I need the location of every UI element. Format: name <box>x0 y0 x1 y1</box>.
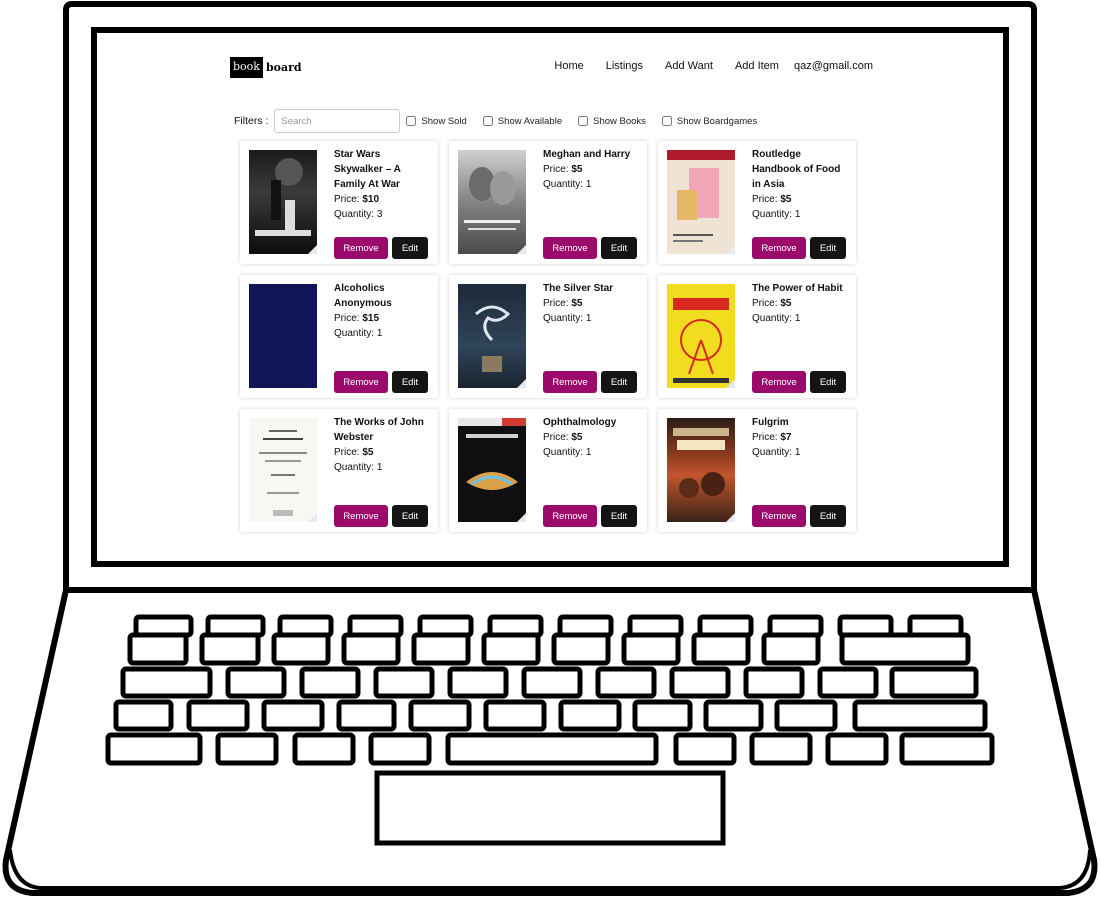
listing-title: Ophthalmology <box>543 417 617 428</box>
remove-button[interactable]: Remove <box>543 505 597 527</box>
listing-price: Price: $5 <box>752 194 792 205</box>
listing-quantity: Quantity: 1 <box>543 179 592 190</box>
listing-info: Routledge Handbook of Food in Asia Price… <box>752 147 850 222</box>
listing-card: The Power of Habit Price: $5 Quantity: 1… <box>658 275 856 398</box>
filter-show-available[interactable]: Show Available <box>482 115 563 127</box>
filter-show-sold[interactable]: Show Sold <box>406 115 467 127</box>
listing-title: Star Wars Skywalker – A Family At War <box>334 149 401 190</box>
listing-quantity: Quantity: 1 <box>334 328 383 339</box>
show-sold-checkbox[interactable] <box>406 116 417 126</box>
show-available-checkbox[interactable] <box>482 116 493 126</box>
listing-card: Meghan and Harry Price: $5 Quantity: 1 R… <box>449 141 647 264</box>
nav-link-home[interactable]: Home <box>554 60 583 72</box>
filters-bar: Filters : Show Sold Show Available Show … <box>234 109 767 133</box>
edit-button[interactable]: Edit <box>392 237 428 259</box>
listing-title: Routledge Handbook of Food in Asia <box>752 149 841 190</box>
logo[interactable]: book board <box>230 57 302 78</box>
listing-title: Fulgrim <box>752 417 789 428</box>
edit-button[interactable]: Edit <box>601 237 637 259</box>
listing-quantity: Quantity: 1 <box>752 209 801 220</box>
book-cover-image <box>249 150 317 254</box>
listing-info: Ophthalmology Price: $5 Quantity: 1 <box>543 415 641 460</box>
listing-price: Price: $5 <box>543 298 583 309</box>
edit-button[interactable]: Edit <box>601 505 637 527</box>
filters-label: Filters : <box>234 115 269 127</box>
nav-link-listings[interactable]: Listings <box>606 60 643 72</box>
user-email-link[interactable]: qaz@gmail.com <box>794 60 873 72</box>
listing-quantity: Quantity: 1 <box>334 462 383 473</box>
book-cover-image <box>249 284 317 388</box>
listing-title: Meghan and Harry <box>543 149 631 160</box>
book-cover-image <box>458 418 526 522</box>
book-cover-image <box>667 150 735 254</box>
logo-text: board <box>265 61 302 74</box>
listing-info: Meghan and Harry Price: $5 Quantity: 1 <box>543 147 641 192</box>
book-cover-image <box>458 150 526 254</box>
listing-price: Price: $5 <box>543 432 583 443</box>
listing-price: Price: $5 <box>752 298 792 309</box>
nav-link-add-item[interactable]: Add Item <box>735 60 779 72</box>
listing-card: Fulgrim Price: $7 Quantity: 1 Remove Edi… <box>658 409 856 532</box>
filter-show-boardgames[interactable]: Show Boardgames <box>661 115 758 127</box>
listing-grid: Star Wars Skywalker – A Family At War Pr… <box>240 141 856 532</box>
listing-info: Alcoholics Anonymous Price: $15 Quantity… <box>334 281 432 341</box>
listing-quantity: Quantity: 1 <box>543 447 592 458</box>
nav-links: Home Listings Add Want Add Item qaz@gmai… <box>532 60 873 72</box>
listing-info: Star Wars Skywalker – A Family At War Pr… <box>334 147 432 222</box>
remove-button[interactable]: Remove <box>543 371 597 393</box>
listing-title: The Silver Star <box>543 283 614 294</box>
listing-card: Routledge Handbook of Food in Asia Price… <box>658 141 856 264</box>
nav-link-add-want[interactable]: Add Want <box>665 60 713 72</box>
remove-button[interactable]: Remove <box>752 237 806 259</box>
listing-price: Price: $5 <box>334 447 374 458</box>
listing-price: Price: $7 <box>752 432 792 443</box>
edit-button[interactable]: Edit <box>810 237 846 259</box>
book-cover-image <box>249 418 317 522</box>
listing-info: The Power of Habit Price: $5 Quantity: 1 <box>752 281 850 326</box>
navbar: book board Home Listings Add Want Add It… <box>230 57 873 79</box>
listing-info: Fulgrim Price: $7 Quantity: 1 <box>752 415 850 460</box>
listing-card: The Silver Star Price: $5 Quantity: 1 Re… <box>449 275 647 398</box>
listing-price: Price: $15 <box>334 313 380 324</box>
remove-button[interactable]: Remove <box>752 505 806 527</box>
edit-button[interactable]: Edit <box>392 505 428 527</box>
listing-card: Star Wars Skywalker – A Family At War Pr… <box>240 141 438 264</box>
listing-price: Price: $10 <box>334 194 380 205</box>
book-cover-image <box>667 284 735 388</box>
show-available-label: Show Available <box>497 115 563 127</box>
app-screen: book board Home Listings Add Want Add It… <box>98 33 1003 559</box>
show-boardgames-checkbox[interactable] <box>661 116 672 126</box>
listing-info: The Works of John Webster Price: $5 Quan… <box>334 415 432 475</box>
listing-quantity: Quantity: 3 <box>334 209 383 220</box>
filter-show-books[interactable]: Show Books <box>578 116 646 127</box>
edit-button[interactable]: Edit <box>392 371 428 393</box>
listing-quantity: Quantity: 1 <box>752 447 801 458</box>
edit-button[interactable]: Edit <box>810 505 846 527</box>
remove-button[interactable]: Remove <box>334 505 388 527</box>
listing-quantity: Quantity: 1 <box>752 313 801 324</box>
remove-button[interactable]: Remove <box>543 237 597 259</box>
show-books-checkbox[interactable] <box>578 116 589 126</box>
show-boardgames-label: Show Boardgames <box>676 115 758 127</box>
listing-quantity: Quantity: 1 <box>543 313 592 324</box>
edit-button[interactable]: Edit <box>601 371 637 393</box>
book-cover-image <box>458 284 526 388</box>
logo-box: book <box>230 57 263 78</box>
listing-title: The Power of Habit <box>752 283 843 294</box>
edit-button[interactable]: Edit <box>810 371 846 393</box>
search-input[interactable] <box>274 109 401 133</box>
listing-title: Alcoholics Anonymous <box>334 283 392 309</box>
listing-info: The Silver Star Price: $5 Quantity: 1 <box>543 281 641 326</box>
listing-card: Alcoholics Anonymous Price: $15 Quantity… <box>240 275 438 398</box>
listing-card: The Works of John Webster Price: $5 Quan… <box>240 409 438 532</box>
book-cover-image <box>667 418 735 522</box>
show-sold-label: Show Sold <box>421 115 467 127</box>
listing-price: Price: $5 <box>543 164 583 175</box>
listing-title: The Works of John Webster <box>334 417 424 443</box>
listing-card: Ophthalmology Price: $5 Quantity: 1 Remo… <box>449 409 647 532</box>
remove-button[interactable]: Remove <box>334 371 388 393</box>
remove-button[interactable]: Remove <box>334 237 388 259</box>
remove-button[interactable]: Remove <box>752 371 806 393</box>
show-books-label: Show Books <box>593 115 646 127</box>
